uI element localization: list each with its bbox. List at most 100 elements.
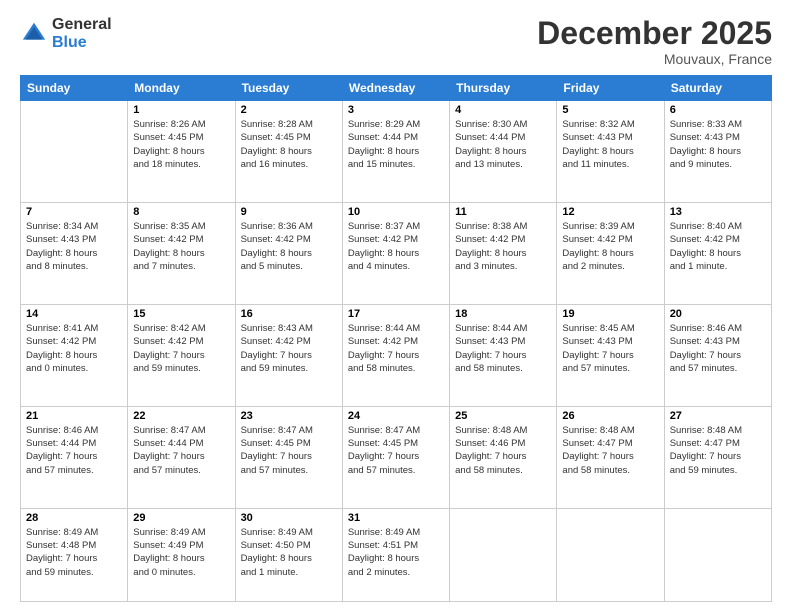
logo-general: General [52,16,112,34]
calendar-day-cell: 2 Sunrise: 8:28 AM Sunset: 4:45 PM Daylig… [235,101,342,203]
calendar-day-cell: 28Sunrise: 8:49 AM Sunset: 4:48 PM Dayli… [21,508,128,601]
day-info: Sunrise: 8:46 AM Sunset: 4:43 PM Dayligh… [670,322,766,375]
calendar-day-cell: 21 Sunrise: 8:46 AM Sunset: 4:44 PM Dayli… [21,406,128,508]
calendar-day-cell: 23Sunrise: 8:47 AM Sunset: 4:45 PM Dayli… [235,406,342,508]
calendar-day-cell: 17Sunrise: 8:44 AM Sunset: 4:42 PM Dayli… [342,304,449,406]
weekday-row: SundayMondayTuesdayWednesdayThursdayFrid… [21,76,772,101]
header: General Blue December 2025 Mouvaux, Fran… [20,16,772,67]
calendar-day-cell: 19Sunrise: 8:45 AM Sunset: 4:43 PM Dayli… [557,304,664,406]
calendar-day-cell: 9 Sunrise: 8:36 AM Sunset: 4:42 PM Daylig… [235,203,342,305]
calendar-day-cell: 12 Sunrise: 8:39 AM Sunset: 4:42 PM Dayli… [557,203,664,305]
day-info: Sunrise: 8:49 AM Sunset: 4:50 PM Dayligh… [241,526,337,579]
day-number: 12 [562,206,658,218]
day-info: Sunrise: 8:43 AM Sunset: 4:42 PM Dayligh… [241,322,337,375]
day-number: 14 [26,308,122,320]
calendar-day-cell: 31 Sunrise: 8:49 AM Sunset: 4:51 PM Dayli… [342,508,449,601]
calendar-day-cell: 6Sunrise: 8:33 AM Sunset: 4:43 PM Daylig… [664,101,771,203]
calendar-day-cell [557,508,664,601]
day-number: 11 [455,206,551,218]
day-number: 25 [455,410,551,422]
day-number: 6 [670,104,766,116]
day-info: Sunrise: 8:48 AM Sunset: 4:46 PM Dayligh… [455,424,551,477]
day-number: 10 [348,206,444,218]
month-title: December 2025 [537,16,772,51]
calendar-day-cell: 16Sunrise: 8:43 AM Sunset: 4:42 PM Dayli… [235,304,342,406]
day-number: 8 [133,206,229,218]
calendar-day-cell: 22 Sunrise: 8:47 AM Sunset: 4:44 PM Dayli… [128,406,235,508]
day-info: Sunrise: 8:44 AM Sunset: 4:43 PM Dayligh… [455,322,551,375]
day-number: 13 [670,206,766,218]
logo-blue: Blue [52,34,112,52]
calendar-day-cell [450,508,557,601]
day-number: 18 [455,308,551,320]
day-info: Sunrise: 8:39 AM Sunset: 4:42 PM Dayligh… [562,220,658,273]
calendar-day-cell: 18 Sunrise: 8:44 AM Sunset: 4:43 PM Dayli… [450,304,557,406]
calendar-day-cell: 13 Sunrise: 8:40 AM Sunset: 4:42 PM Dayli… [664,203,771,305]
calendar-day-cell: 10 Sunrise: 8:37 AM Sunset: 4:42 PM Dayli… [342,203,449,305]
day-number: 2 [241,104,337,116]
calendar-day-cell [21,101,128,203]
calendar-week-row: 1 Sunrise: 8:26 AM Sunset: 4:45 PM Daylig… [21,101,772,203]
day-number: 4 [455,104,551,116]
day-number: 3 [348,104,444,116]
logo-icon [20,20,48,48]
calendar-day-cell: 24Sunrise: 8:47 AM Sunset: 4:45 PM Dayli… [342,406,449,508]
calendar-day-cell: 3 Sunrise: 8:29 AM Sunset: 4:44 PM Daylig… [342,101,449,203]
day-number: 24 [348,410,444,422]
day-info: Sunrise: 8:30 AM Sunset: 4:44 PM Dayligh… [455,118,551,171]
calendar-table: SundayMondayTuesdayWednesdayThursdayFrid… [20,75,772,602]
day-info: Sunrise: 8:26 AM Sunset: 4:45 PM Dayligh… [133,118,229,171]
day-number: 7 [26,206,122,218]
calendar-day-cell: 25 Sunrise: 8:48 AM Sunset: 4:46 PM Dayli… [450,406,557,508]
day-info: Sunrise: 8:47 AM Sunset: 4:44 PM Dayligh… [133,424,229,477]
day-info: Sunrise: 8:48 AM Sunset: 4:47 PM Dayligh… [670,424,766,477]
day-info: Sunrise: 8:45 AM Sunset: 4:43 PM Dayligh… [562,322,658,375]
day-number: 9 [241,206,337,218]
calendar-week-row: 28Sunrise: 8:49 AM Sunset: 4:48 PM Dayli… [21,508,772,601]
day-number: 20 [670,308,766,320]
calendar-day-cell: 1 Sunrise: 8:26 AM Sunset: 4:45 PM Daylig… [128,101,235,203]
day-number: 21 [26,410,122,422]
day-number: 1 [133,104,229,116]
day-number: 28 [26,512,122,524]
day-info: Sunrise: 8:41 AM Sunset: 4:42 PM Dayligh… [26,322,122,375]
day-info: Sunrise: 8:48 AM Sunset: 4:47 PM Dayligh… [562,424,658,477]
calendar-week-row: 14 Sunrise: 8:41 AM Sunset: 4:42 PM Dayli… [21,304,772,406]
calendar-week-row: 7 Sunrise: 8:34 AM Sunset: 4:43 PM Daylig… [21,203,772,305]
calendar-day-cell: 4 Sunrise: 8:30 AM Sunset: 4:44 PM Daylig… [450,101,557,203]
day-info: Sunrise: 8:29 AM Sunset: 4:44 PM Dayligh… [348,118,444,171]
day-info: Sunrise: 8:46 AM Sunset: 4:44 PM Dayligh… [26,424,122,477]
calendar-day-cell: 14 Sunrise: 8:41 AM Sunset: 4:42 PM Dayli… [21,304,128,406]
weekday-header: Sunday [21,76,128,101]
day-number: 31 [348,512,444,524]
day-number: 15 [133,308,229,320]
day-number: 26 [562,410,658,422]
day-number: 22 [133,410,229,422]
day-info: Sunrise: 8:32 AM Sunset: 4:43 PM Dayligh… [562,118,658,171]
calendar-day-cell: 27Sunrise: 8:48 AM Sunset: 4:47 PM Dayli… [664,406,771,508]
calendar-day-cell: 11 Sunrise: 8:38 AM Sunset: 4:42 PM Dayli… [450,203,557,305]
day-info: Sunrise: 8:42 AM Sunset: 4:42 PM Dayligh… [133,322,229,375]
calendar-day-cell: 26 Sunrise: 8:48 AM Sunset: 4:47 PM Dayli… [557,406,664,508]
calendar-day-cell: 30 Sunrise: 8:49 AM Sunset: 4:50 PM Dayli… [235,508,342,601]
calendar-day-cell: 8Sunrise: 8:35 AM Sunset: 4:42 PM Daylig… [128,203,235,305]
day-info: Sunrise: 8:38 AM Sunset: 4:42 PM Dayligh… [455,220,551,273]
logo: General Blue [20,16,112,51]
day-number: 23 [241,410,337,422]
calendar-day-cell: 7 Sunrise: 8:34 AM Sunset: 4:43 PM Daylig… [21,203,128,305]
day-info: Sunrise: 8:37 AM Sunset: 4:42 PM Dayligh… [348,220,444,273]
day-info: Sunrise: 8:28 AM Sunset: 4:45 PM Dayligh… [241,118,337,171]
day-info: Sunrise: 8:34 AM Sunset: 4:43 PM Dayligh… [26,220,122,273]
calendar-day-cell [664,508,771,601]
calendar-day-cell: 15 Sunrise: 8:42 AM Sunset: 4:42 PM Dayli… [128,304,235,406]
day-info: Sunrise: 8:36 AM Sunset: 4:42 PM Dayligh… [241,220,337,273]
calendar-day-cell: 29Sunrise: 8:49 AM Sunset: 4:49 PM Dayli… [128,508,235,601]
logo-text: General Blue [52,16,112,51]
day-number: 5 [562,104,658,116]
day-info: Sunrise: 8:40 AM Sunset: 4:42 PM Dayligh… [670,220,766,273]
weekday-header: Wednesday [342,76,449,101]
day-number: 17 [348,308,444,320]
day-number: 30 [241,512,337,524]
day-info: Sunrise: 8:49 AM Sunset: 4:51 PM Dayligh… [348,526,444,579]
page: General Blue December 2025 Mouvaux, Fran… [0,0,792,612]
